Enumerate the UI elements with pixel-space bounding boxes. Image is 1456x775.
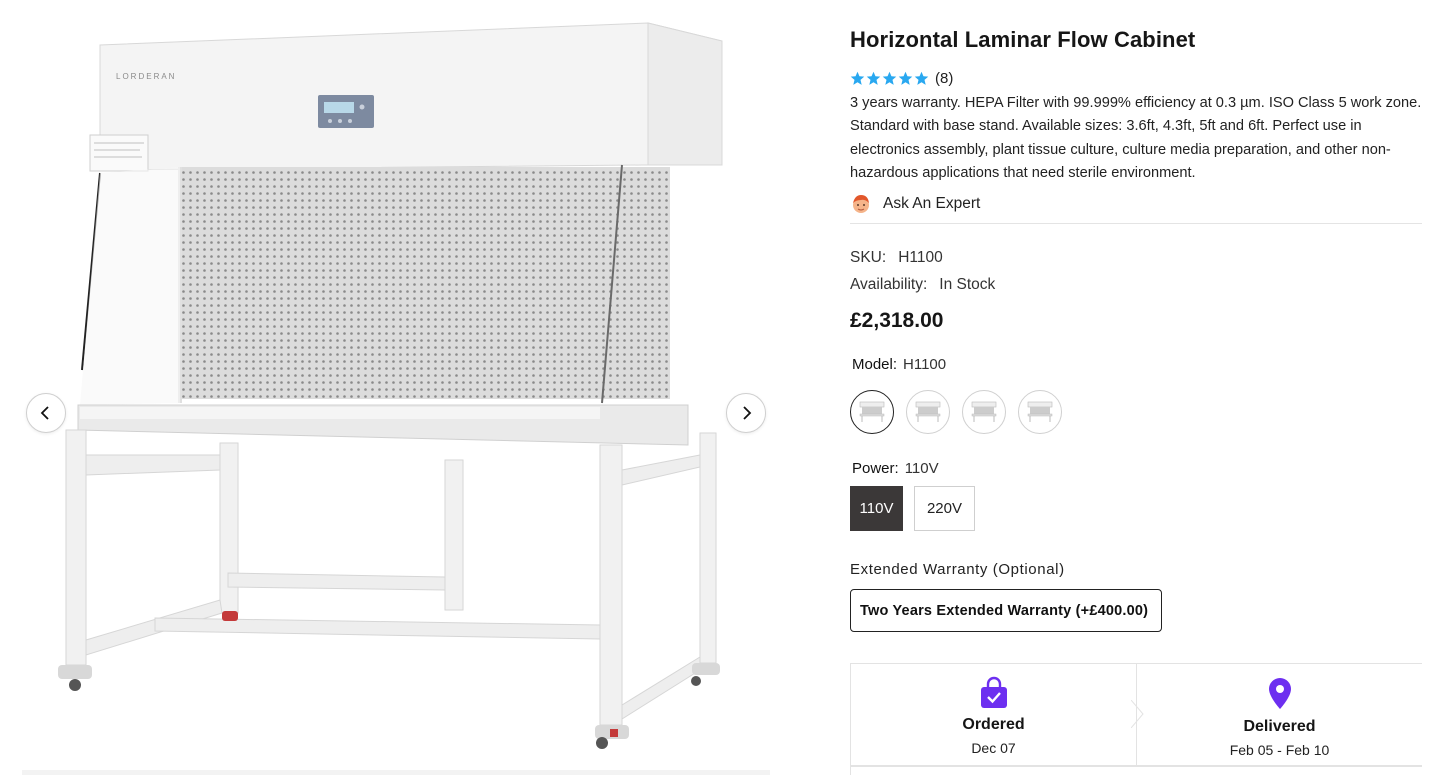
delivery-step-delivered: Delivered Feb 05 - Feb 10 xyxy=(1136,664,1422,765)
product-title: Horizontal Laminar Flow Cabinet xyxy=(850,27,1196,52)
star-icon xyxy=(914,71,929,85)
shopping-bag-check-icon xyxy=(980,676,1007,708)
brand-text: LORDERAN xyxy=(116,72,176,81)
expert-avatar-icon xyxy=(853,195,869,213)
star-icon xyxy=(850,71,865,85)
model-selected: H1100 xyxy=(903,356,947,373)
power-option-label: Power: 110V xyxy=(852,460,939,477)
power-selected: 110V xyxy=(904,460,939,477)
power-label: Power: xyxy=(852,460,899,477)
power-options: 110V 220V xyxy=(850,486,975,531)
sku-label: SKU: xyxy=(850,249,887,266)
availability-row: Availability: In Stock xyxy=(850,276,995,294)
cabinet-thumbnail-icon xyxy=(1027,401,1053,422)
model-swatch-4[interactable] xyxy=(1018,390,1062,434)
chevron-left-icon xyxy=(40,406,49,420)
ordered-title: Ordered xyxy=(962,716,1025,733)
cabinet-thumbnail-icon xyxy=(971,401,997,422)
ask-expert-link[interactable]: Ask An Expert xyxy=(850,193,980,215)
model-swatch-3[interactable] xyxy=(962,390,1006,434)
product-gallery: LORDERAN xyxy=(0,0,790,775)
product-rating[interactable]: (8) xyxy=(850,70,953,87)
power-option-220v[interactable]: 220V xyxy=(914,486,975,531)
sku-row: SKU: H1100 xyxy=(850,249,943,267)
model-option-label: Model: H1100 xyxy=(852,356,946,373)
star-rating xyxy=(850,71,929,86)
star-icon xyxy=(898,71,913,85)
previous-image-button[interactable] xyxy=(26,393,66,433)
star-icon xyxy=(866,71,881,85)
delivery-step-ordered: Ordered Dec 07 xyxy=(851,664,1144,765)
ask-expert-label: Ask An Expert xyxy=(883,195,981,212)
location-pin-icon xyxy=(1268,678,1291,709)
model-swatch-1[interactable] xyxy=(850,390,894,434)
chevron-right-icon xyxy=(743,406,752,420)
power-option-110v[interactable]: 110V xyxy=(850,486,903,531)
model-swatches xyxy=(850,390,1062,434)
next-image-button[interactable] xyxy=(726,393,766,433)
availability-label: Availability: xyxy=(850,276,928,293)
model-swatch-2[interactable] xyxy=(906,390,950,434)
warranty-title: Extended Warranty (Optional) xyxy=(850,561,1065,578)
product-price: £2,318.00 xyxy=(850,309,944,332)
cabinet-thumbnail-icon xyxy=(859,401,885,422)
product-description: 3 years warranty. HEPA Filter with 99.99… xyxy=(850,95,1422,181)
review-count[interactable]: (8) xyxy=(935,70,953,87)
thumbnail-strip-edge xyxy=(22,770,770,775)
delivery-footer-edge xyxy=(850,766,1422,775)
warranty-option-button[interactable]: Two Years Extended Warranty (+£400.00) xyxy=(850,589,1162,632)
delivery-timeline: Ordered Dec 07 Delivered Feb 05 - Feb 10 xyxy=(850,663,1422,766)
ordered-date: Dec 07 xyxy=(971,740,1016,756)
divider xyxy=(850,223,1422,224)
availability-value: In Stock xyxy=(939,276,996,293)
delivered-title: Delivered xyxy=(1243,718,1316,735)
model-label: Model: xyxy=(852,356,898,373)
product-image: LORDERAN xyxy=(58,22,723,749)
sku-value: H1100 xyxy=(898,249,943,266)
cabinet-thumbnail-icon xyxy=(915,401,941,422)
star-icon xyxy=(882,71,897,85)
delivered-date: Feb 05 - Feb 10 xyxy=(1229,742,1330,758)
